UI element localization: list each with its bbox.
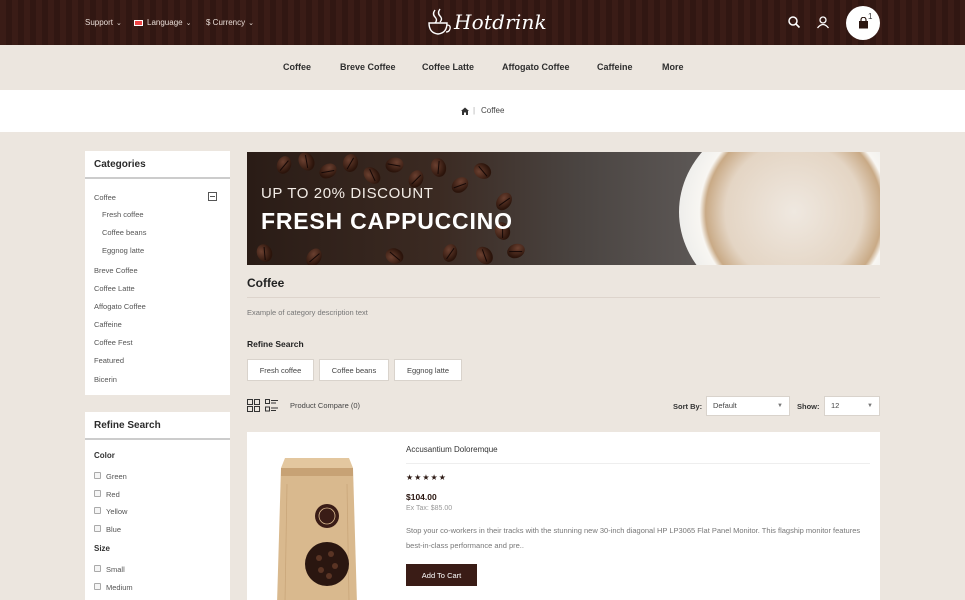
divider [406, 463, 870, 464]
home-icon[interactable] [461, 107, 469, 115]
color-option-label: Red [106, 490, 120, 499]
size-option-label: Small [106, 565, 125, 574]
sort-label: Sort By: [673, 402, 703, 411]
nav-item-caffeine[interactable]: Caffeine [597, 45, 633, 90]
color-option-label: Yellow [106, 507, 128, 516]
show-label: Show: [797, 402, 820, 411]
product-card: Accusantium Doloremque ★★★★★ $104.00 Ex … [247, 432, 880, 600]
category-subitem[interactable]: Coffee beans [102, 228, 146, 237]
banner-title: FRESH CAPPUCCINO [261, 208, 513, 234]
add-to-cart-button[interactable]: Add To Cart [406, 564, 477, 586]
category-item[interactable]: Coffee Fest [94, 338, 133, 347]
size-filter-title: Size [94, 544, 111, 553]
cappuccino-cup-image [679, 152, 880, 265]
cart-count: 1 [868, 12, 873, 21]
promo-banner[interactable]: UP TO 20% DISCOUNT FRESH CAPPUCCINO [247, 152, 880, 265]
support-dropdown[interactable]: Support ⌄ [85, 0, 122, 45]
refine-link[interactable]: Coffee beans [319, 359, 389, 381]
list-view-icon[interactable] [265, 399, 278, 412]
color-option-label: Green [106, 472, 127, 481]
category-item[interactable]: Coffee [94, 193, 116, 202]
main-nav: Coffee Breve Coffee Coffee Latte Affogat… [0, 45, 965, 90]
page-title: Coffee [247, 276, 285, 290]
category-item[interactable]: Bicerin [94, 375, 117, 384]
color-filter-title: Color [94, 451, 115, 460]
user-icon[interactable] [816, 15, 830, 29]
site-logo[interactable]: Hotdrink [426, 6, 547, 38]
language-dropdown[interactable]: Language ⌄ [134, 0, 191, 45]
chevron-down-icon: ⌄ [248, 19, 254, 27]
nav-item-breve-coffee[interactable]: Breve Coffee [340, 45, 396, 90]
sort-select[interactable]: Default ▼ [706, 396, 790, 416]
color-checkbox[interactable] [94, 525, 101, 532]
size-checkbox[interactable] [94, 565, 101, 572]
filter-title: Refine Search [85, 412, 230, 440]
chevron-down-icon: ⌄ [116, 19, 122, 27]
flag-icon [134, 19, 143, 26]
refine-link[interactable]: Fresh coffee [247, 359, 314, 381]
category-item[interactable]: Featured [94, 356, 124, 365]
chevron-down-icon: ⌄ [185, 19, 192, 27]
product-description: Stop your co-workers in their tracks wit… [406, 526, 861, 550]
caret-down-icon: ▼ [777, 403, 783, 409]
currency-label: $ Currency [206, 18, 246, 27]
coffee-cup-icon [428, 8, 451, 35]
top-header: Support ⌄ Language ⌄ $ Currency ⌄ Hotdri… [0, 0, 965, 45]
category-description: Example of category description text [247, 308, 368, 317]
category-item[interactable]: Affogato Coffee [94, 302, 146, 311]
divider [247, 297, 880, 298]
breadcrumb-current[interactable]: Coffee [481, 106, 504, 115]
product-compare-link[interactable]: Product Compare (0) [290, 401, 360, 410]
currency-dropdown[interactable]: $ Currency ⌄ [206, 0, 254, 45]
cart-button[interactable]: 1 [846, 6, 880, 40]
product-price: $104.00 [406, 492, 437, 502]
sort-value: Default [713, 401, 737, 410]
shopping-bag-icon [858, 17, 868, 29]
rating-stars: ★★★★★ [406, 473, 447, 482]
category-item[interactable]: Caffeine [94, 320, 122, 329]
category-subitem[interactable]: Fresh coffee [102, 210, 144, 219]
refine-link[interactable]: Eggnog latte [394, 359, 462, 381]
show-value: 12 [831, 401, 840, 410]
nav-item-coffee[interactable]: Coffee [283, 45, 311, 90]
grid-view-icon[interactable] [247, 399, 260, 412]
color-checkbox[interactable] [94, 507, 101, 514]
category-item[interactable]: Breve Coffee [94, 266, 138, 275]
collapse-icon[interactable] [208, 192, 217, 201]
color-checkbox[interactable] [94, 472, 101, 479]
product-image[interactable] [273, 454, 361, 600]
nav-item-coffee-latte[interactable]: Coffee Latte [422, 45, 474, 90]
language-label: Language [147, 18, 183, 27]
size-option-label: Medium [106, 583, 133, 592]
breadcrumb: | Coffee [0, 90, 965, 132]
product-name[interactable]: Accusantium Doloremque [406, 445, 498, 454]
category-subitem[interactable]: Eggnog latte [102, 246, 144, 255]
color-option-label: Blue [106, 525, 122, 534]
breadcrumb-separator: | [473, 106, 476, 115]
size-checkbox[interactable] [94, 583, 101, 590]
categories-title: Categories [85, 151, 230, 179]
nav-item-more[interactable]: More [662, 45, 684, 90]
caret-down-icon: ▼ [867, 403, 873, 409]
search-icon[interactable] [787, 15, 801, 29]
banner-subtitle: UP TO 20% DISCOUNT [261, 185, 434, 202]
nav-item-affogato-coffee[interactable]: Affogato Coffee [502, 45, 570, 90]
product-ex-tax: Ex Tax: $85.00 [406, 505, 453, 512]
show-select[interactable]: 12 ▼ [824, 396, 880, 416]
color-checkbox[interactable] [94, 490, 101, 497]
support-label: Support [85, 18, 114, 27]
category-item[interactable]: Coffee Latte [94, 284, 135, 293]
refine-search-title: Refine Search [247, 339, 304, 349]
logo-text: Hotdrink [454, 10, 547, 34]
